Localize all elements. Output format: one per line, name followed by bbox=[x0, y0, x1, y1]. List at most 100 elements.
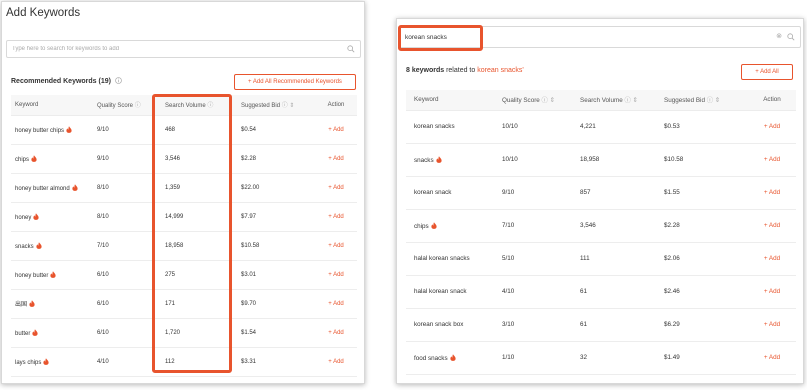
keyword-search-input[interactable] bbox=[7, 41, 360, 57]
results-query: korean snacks bbox=[477, 67, 523, 74]
suggested-bid-cell: $2.28 bbox=[237, 144, 311, 174]
search-volume-cell: 3,546 bbox=[572, 209, 656, 243]
add-keyword-button[interactable]: + Add bbox=[328, 243, 344, 249]
clear-icon[interactable]: ⊗ bbox=[776, 32, 782, 40]
sort-icon[interactable]: ⇕ bbox=[633, 97, 638, 104]
quality-score-cell: 5/10 bbox=[494, 242, 572, 276]
add-all-button[interactable]: + Add All bbox=[741, 64, 793, 80]
keyword-cell: halal korean snack bbox=[406, 275, 494, 309]
quality-score-cell: 6/10 bbox=[93, 318, 161, 348]
add-keyword-button[interactable]: + Add bbox=[328, 272, 344, 278]
keyword-search-field[interactable] bbox=[6, 40, 361, 58]
info-icon: ⓘ bbox=[281, 103, 288, 110]
suggested-bid-cell: $3.01 bbox=[237, 260, 311, 290]
suggested-bid-cell: $2.28 bbox=[656, 209, 740, 243]
add-keyword-button[interactable]: + Add bbox=[328, 127, 344, 133]
action-cell: + Add bbox=[311, 318, 357, 348]
sort-icon[interactable]: ⇕ bbox=[715, 97, 720, 104]
results-count: 8 keywords bbox=[406, 67, 445, 74]
add-keyword-button[interactable]: + Add bbox=[328, 214, 344, 220]
search-icon[interactable] bbox=[347, 45, 355, 53]
action-cell: + Add bbox=[740, 275, 796, 309]
column-search-volume[interactable]: Search Volume ⓘ bbox=[161, 95, 237, 116]
add-keyword-button[interactable]: + Add bbox=[764, 255, 780, 262]
add-all-recommended-button[interactable]: + Add All Recommended Keywords bbox=[234, 74, 356, 90]
column-action: Action bbox=[740, 90, 796, 111]
recommended-keywords-heading: Recommended Keywords (19) bbox=[11, 77, 122, 85]
quality-score-cell: 10/10 bbox=[494, 143, 572, 177]
keyword-cell: honey butter almond bbox=[11, 173, 93, 203]
keyword-cell: lays chips bbox=[11, 347, 93, 377]
quality-score-cell: 6/10 bbox=[93, 289, 161, 319]
table-row: snacks 7/10 18,958 $10.58 + Add bbox=[11, 231, 357, 261]
info-icon: ⓘ bbox=[706, 97, 714, 105]
add-keyword-button[interactable]: + Add bbox=[764, 288, 780, 295]
add-keyword-button[interactable]: + Add bbox=[328, 330, 344, 336]
keyword-search-field[interactable]: ⊗ bbox=[399, 26, 801, 48]
action-cell: + Add bbox=[311, 144, 357, 174]
info-icon: ⓘ bbox=[624, 97, 631, 105]
action-cell: + Add bbox=[740, 242, 796, 276]
fire-icon bbox=[33, 212, 39, 220]
add-keyword-button[interactable]: + Add bbox=[328, 359, 344, 365]
table-row: honey 8/10 14,999 $7.97 + Add bbox=[11, 202, 357, 232]
keyword-cell: butter bbox=[11, 318, 93, 348]
quality-score-cell: 8/10 bbox=[93, 173, 161, 203]
column-quality-score[interactable]: Quality Score ⓘ ⇕ bbox=[494, 90, 572, 111]
add-keyword-button[interactable]: + Add bbox=[764, 222, 780, 229]
add-keyword-button[interactable]: + Add bbox=[328, 156, 344, 162]
search-volume-cell: 1,720 bbox=[161, 318, 237, 348]
keyword-cell: honey butter bbox=[11, 260, 93, 290]
column-suggested-bid[interactable]: Suggested Bid ⓘ ⇕ bbox=[237, 95, 311, 116]
column-suggested-bid[interactable]: Suggested Bid ⓘ ⇕ bbox=[656, 90, 740, 111]
add-keyword-button[interactable]: + Add bbox=[764, 321, 780, 328]
results-quote: ' bbox=[522, 67, 524, 74]
add-keyword-button[interactable]: + Add bbox=[328, 185, 344, 191]
suggested-bid-cell: $1.54 bbox=[237, 318, 311, 348]
table-row: lays chips 4/10 112 $3.31 + Add bbox=[11, 347, 357, 377]
search-volume-cell: 1,359 bbox=[161, 173, 237, 203]
search-icon[interactable] bbox=[787, 33, 795, 41]
column-search-volume[interactable]: Search Volume ⓘ ⇕ bbox=[572, 90, 656, 111]
table-row: chips 7/10 3,546 $2.28 + Add bbox=[406, 209, 796, 243]
add-keyword-button[interactable]: + Add bbox=[764, 156, 780, 163]
table-header-row: Keyword Quality Score ⓘ ⇕ Search Volume … bbox=[406, 90, 796, 111]
add-keyword-button[interactable]: + Add bbox=[764, 354, 780, 361]
keyword-cell: food snacks bbox=[406, 341, 494, 375]
column-quality-score[interactable]: Quality Score ⓘ bbox=[93, 95, 161, 116]
quality-score-cell: 1/10 bbox=[494, 341, 572, 375]
action-cell: + Add bbox=[311, 347, 357, 377]
table-row: snacks 10/10 18,958 $10.58 + Add bbox=[406, 143, 796, 177]
results-summary: 8 keywords related to korean snacks' bbox=[406, 67, 524, 74]
table-row: halal korean snack 4/10 61 $2.46 + Add bbox=[406, 275, 796, 309]
quality-score-cell: 3/10 bbox=[494, 308, 572, 342]
keyword-cell: korean snacks bbox=[406, 110, 494, 144]
suggested-bid-cell: $2.46 bbox=[656, 275, 740, 309]
action-cell: + Add bbox=[740, 308, 796, 342]
add-keyword-button[interactable]: + Add bbox=[328, 301, 344, 307]
column-action: Action bbox=[311, 95, 357, 116]
fire-icon bbox=[32, 328, 38, 336]
fire-icon bbox=[72, 183, 78, 191]
add-keyword-button[interactable]: + Add bbox=[764, 189, 780, 196]
column-keyword: Keyword bbox=[406, 90, 494, 111]
keyword-cell: 出国 bbox=[11, 289, 93, 319]
quality-score-cell: 4/10 bbox=[93, 347, 161, 377]
sort-icon[interactable]: ⇕ bbox=[550, 97, 555, 104]
recommended-keywords-label: Recommended Keywords (19) bbox=[11, 78, 111, 85]
add-keyword-button[interactable]: + Add bbox=[764, 123, 780, 130]
keyword-search-results-panel: ⊗ 8 keywords related to korean snacks' +… bbox=[396, 18, 804, 384]
fire-icon bbox=[43, 357, 49, 365]
search-volume-cell: 112 bbox=[161, 347, 237, 377]
keyword-cell: snacks bbox=[11, 231, 93, 261]
keyword-search-input[interactable] bbox=[400, 27, 800, 47]
table-row: korean snack 9/10 857 $1.55 + Add bbox=[406, 176, 796, 210]
fire-icon bbox=[450, 353, 456, 361]
suggested-bid-cell: $10.58 bbox=[656, 143, 740, 177]
sort-icon[interactable]: ⇕ bbox=[289, 103, 294, 109]
search-volume-cell: 3,546 bbox=[161, 144, 237, 174]
table-row: korean snack box 3/10 61 $6.29 + Add bbox=[406, 308, 796, 342]
action-cell: + Add bbox=[740, 341, 796, 375]
recommended-keywords-table: Keyword Quality Score ⓘ Search Volume ⓘ … bbox=[11, 95, 357, 377]
column-keyword: Keyword bbox=[11, 95, 93, 116]
